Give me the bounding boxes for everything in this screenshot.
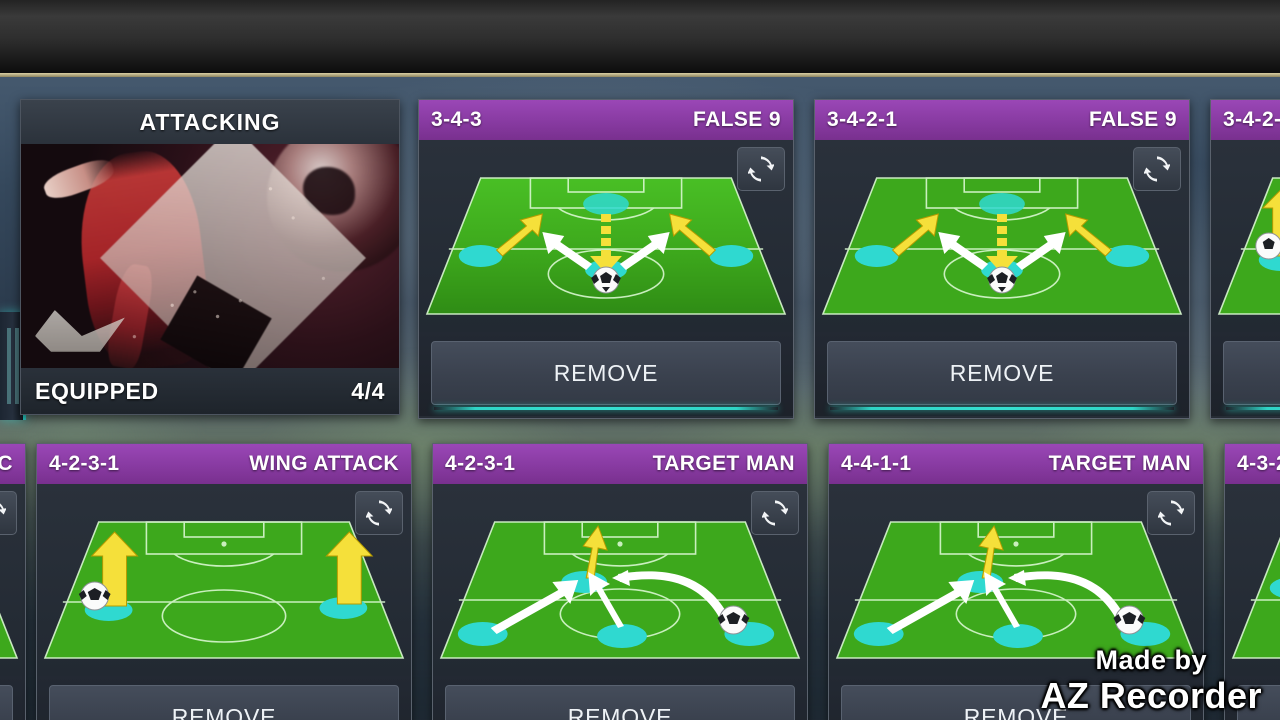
swap-arrows-icon[interactable]: [355, 491, 403, 535]
tactic-card[interactable]: 4-3-2-1: [1224, 443, 1280, 720]
swap-arrows-icon[interactable]: [0, 491, 17, 535]
tactic-card-body: [1211, 140, 1280, 332]
tactic-card-body: [419, 140, 793, 332]
tactic-card[interactable]: 4-2-3-1 WING ATTACK REMOVE: [36, 443, 412, 720]
swap-arrows-icon[interactable]: [1133, 147, 1181, 191]
remove-button[interactable]: REMOVE: [49, 685, 399, 720]
tactic-card-footer: [1211, 332, 1280, 416]
pitch-diagram-target-man: [433, 508, 807, 676]
remove-button[interactable]: REMOVE: [431, 341, 781, 410]
remove-button[interactable]: [0, 685, 13, 720]
tactic-card[interactable]: 3-4-3 FALSE 9 REMOVE: [418, 99, 794, 419]
equipped-count: 4/4: [351, 377, 385, 404]
remove-button[interactable]: [1223, 341, 1280, 410]
equipped-card-footer: EQUIPPED 4/4: [21, 368, 399, 414]
swap-arrows-icon[interactable]: [751, 491, 799, 535]
style-label: C: [0, 452, 13, 476]
tactic-card-body: [829, 484, 1203, 676]
formation-label: 4-4-1-1: [841, 452, 912, 475]
tactic-card-footer: REMOVE: [419, 332, 793, 416]
tactic-card-body: [0, 484, 25, 676]
tactic-card-body: [433, 484, 807, 676]
tactic-card[interactable]: C: [0, 443, 26, 720]
formation-label: 3-4-3: [431, 108, 483, 131]
tactic-card-header: 3-4-2-1: [1211, 100, 1280, 140]
tactic-card-header: 4-2-3-1 WING ATTACK: [37, 444, 411, 484]
tactic-card-body: [815, 140, 1189, 332]
tactic-card[interactable]: 4-4-1-1 TARGET MAN REMOVE: [828, 443, 1204, 720]
pitch-diagram-wing: [1211, 164, 1280, 332]
pitch-diagram-wing: [37, 508, 411, 676]
equipped-attacking-card[interactable]: ATTACKING EQUIPPED 4/4: [20, 99, 400, 415]
pitch-diagram-target-man: [829, 508, 1203, 676]
tactic-card-footer: REMOVE: [37, 676, 411, 720]
tactic-card[interactable]: 3-4-2-1: [1210, 99, 1280, 419]
formation-label: 4-2-3-1: [445, 452, 516, 475]
swap-arrows-icon[interactable]: [1147, 491, 1195, 535]
style-label: WING ATTACK: [249, 452, 399, 475]
tactic-card-footer: REMOVE: [829, 676, 1203, 720]
formation-label: 4-2-3-1: [49, 452, 120, 475]
formation-label: 3-4-2-1: [827, 108, 898, 131]
tactic-card-header: C: [0, 444, 25, 484]
tactic-card-body: [37, 484, 411, 676]
tactic-card-footer: REMOVE: [815, 332, 1189, 416]
equipped-status-label: EQUIPPED: [35, 377, 159, 404]
tactic-card-footer: REMOVE: [433, 676, 807, 720]
tactic-card-header: 3-4-3 FALSE 9: [419, 100, 793, 140]
remove-button[interactable]: REMOVE: [445, 685, 795, 720]
formation-label: 4-3-2-1: [1237, 452, 1280, 475]
style-label: FALSE 9: [693, 108, 781, 131]
top-bar: [0, 0, 1280, 75]
tactic-card[interactable]: 3-4-2-1 FALSE 9 REMOVE: [814, 99, 1190, 419]
tactic-card-footer: [0, 676, 25, 720]
tactic-card-header: 4-2-3-1 TARGET MAN: [433, 444, 807, 484]
pitch-diagram-false9: [419, 164, 793, 332]
tactic-card-header: 3-4-2-1 FALSE 9: [815, 100, 1189, 140]
style-label: FALSE 9: [1089, 108, 1177, 131]
equipped-card-artwork: [21, 144, 399, 368]
pitch-diagram-false9: [815, 164, 1189, 332]
header-divider: [0, 73, 1280, 77]
remove-button[interactable]: REMOVE: [841, 685, 1191, 720]
swap-arrows-icon[interactable]: [737, 147, 785, 191]
remove-button[interactable]: REMOVE: [827, 341, 1177, 410]
remove-button[interactable]: [1237, 685, 1280, 720]
tactic-card[interactable]: 4-2-3-1 TARGET MAN REMOVE: [432, 443, 808, 720]
pitch-diagram-target-man: [1225, 508, 1280, 676]
equipped-card-title: ATTACKING: [21, 100, 399, 144]
formation-label: 3-4-2-1: [1223, 108, 1280, 131]
style-label: TARGET MAN: [652, 452, 795, 475]
style-label: TARGET MAN: [1048, 452, 1191, 475]
tactic-card-footer: [1225, 676, 1280, 720]
tactic-card-header: 4-4-1-1 TARGET MAN: [829, 444, 1203, 484]
tactic-card-header: 4-3-2-1: [1225, 444, 1280, 484]
tactic-card-body: [1225, 484, 1280, 676]
